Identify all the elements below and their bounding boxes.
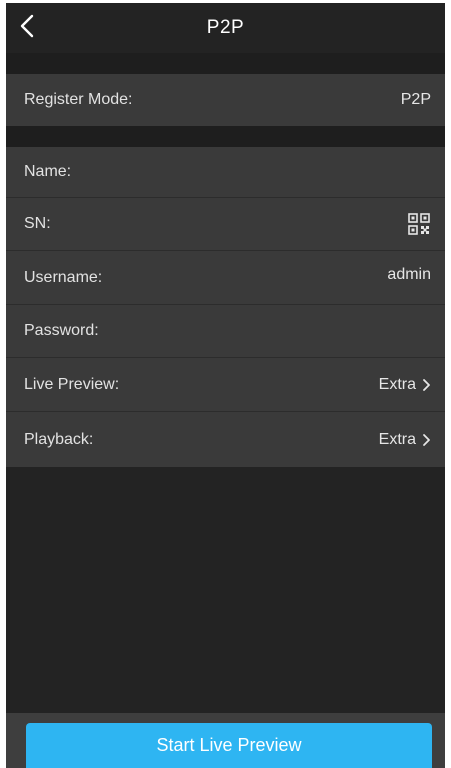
footer-bar: Start Live Preview xyxy=(6,713,445,768)
password-label: Password: xyxy=(24,322,99,339)
register-mode-value: P2P xyxy=(400,91,431,108)
live-preview-row[interactable]: Live Preview: Extra xyxy=(6,358,445,411)
sn-row[interactable]: SN: xyxy=(6,198,445,250)
playback-row[interactable]: Playback: Extra xyxy=(6,412,445,467)
username-label: Username: xyxy=(24,268,103,286)
username-field[interactable]: admin xyxy=(387,266,431,284)
page-title: P2P xyxy=(206,17,245,38)
username-row[interactable]: Username: admin xyxy=(6,251,445,304)
app-screen: P2P Register Mode: P2P Name: SN: Usernam… xyxy=(6,3,445,768)
chevron-right-icon xyxy=(422,433,431,447)
playback-label: Playback: xyxy=(24,430,94,448)
live-preview-setting[interactable]: Extra xyxy=(379,376,431,394)
chevron-right-icon xyxy=(422,378,431,392)
playback-value: Extra xyxy=(378,430,416,448)
start-live-preview-button[interactable]: Start Live Preview xyxy=(26,723,432,768)
live-preview-value: Extra xyxy=(378,375,416,393)
navigation-bar: P2P xyxy=(6,3,445,53)
sn-label: SN: xyxy=(24,215,51,232)
section-spacer xyxy=(6,126,445,147)
empty-area xyxy=(6,467,445,713)
name-row[interactable]: Name: xyxy=(6,147,445,197)
live-preview-label: Live Preview: xyxy=(24,375,120,393)
password-row[interactable]: Password: xyxy=(6,305,445,357)
name-label: Name: xyxy=(24,163,72,180)
section-spacer xyxy=(6,53,445,74)
qr-code-icon[interactable] xyxy=(407,212,431,236)
playback-setting[interactable]: Extra xyxy=(379,431,431,449)
register-mode-label: Register Mode: xyxy=(24,91,133,108)
register-mode-row[interactable]: Register Mode: P2P xyxy=(6,74,445,126)
